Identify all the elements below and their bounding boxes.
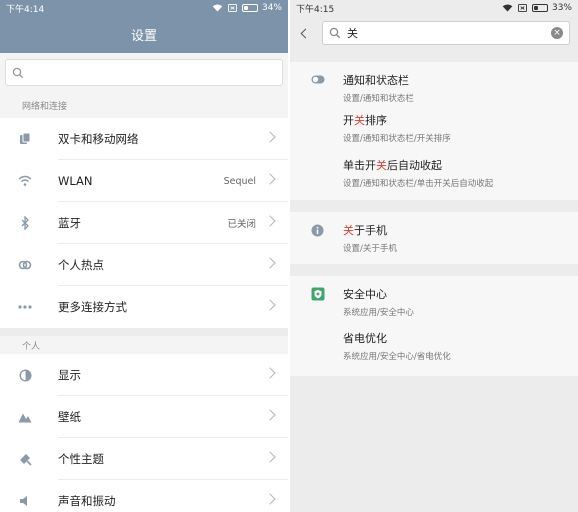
more-dots-icon	[18, 305, 32, 309]
sim-status-icon	[518, 4, 527, 12]
settings-item-dual-sim[interactable]: 双卡和移动网络	[0, 118, 288, 160]
wlan-network-value: Sequel	[223, 175, 256, 187]
result-title: 通知和状态栏	[343, 74, 409, 87]
search-query: 关	[347, 27, 358, 40]
info-icon	[311, 224, 324, 237]
settings-item-wallpaper[interactable]: 壁纸	[0, 396, 288, 438]
result-title-post: 后自动收起	[387, 159, 442, 172]
back-button[interactable]	[298, 23, 312, 43]
status-time: 下午4:14	[6, 4, 45, 15]
search-results-screen: 下午4:15 33% 关 × 通知和状态栏 设置/通知和状态栏 开关排序 设置/…	[290, 0, 578, 512]
page-title: 设置	[0, 16, 288, 53]
search-icon	[329, 27, 341, 39]
display-icon	[18, 368, 32, 382]
section-divider	[0, 328, 288, 336]
settings-item-label: 个人热点	[58, 244, 288, 286]
wifi-status-icon	[212, 4, 223, 12]
search-input[interactable]	[5, 59, 283, 86]
result-path: 系统应用/安全中心/省电优化	[343, 352, 451, 362]
toggle-icon	[311, 75, 325, 84]
battery-icon	[531, 4, 548, 12]
result-path: 设置/通知和状态栏	[343, 94, 414, 104]
settings-item-label: 更多连接方式	[58, 300, 127, 314]
status-bar: 下午4:14 34%	[0, 0, 288, 16]
result-title-post: 排序	[365, 114, 387, 127]
result-title-pre: 单击开	[343, 159, 376, 172]
bluetooth-status-value: 已关闭	[227, 219, 256, 230]
result-path: 设置/通知和状态栏/开关排序	[343, 134, 451, 144]
battery-percent: 34%	[261, 3, 282, 13]
wifi-status-icon	[502, 4, 513, 12]
result-group: 关于手机 设置/关于手机	[290, 212, 578, 264]
settings-item-theme[interactable]: 个性主题	[0, 438, 288, 480]
status-bar: 下午4:15 33%	[290, 0, 578, 16]
result-title-highlight: 关	[343, 224, 354, 237]
security-shield-icon	[311, 287, 325, 301]
result-title: 安全中心	[343, 288, 387, 301]
result-path: 设置/关于手机	[343, 244, 397, 254]
result-title-highlight: 关	[376, 159, 387, 172]
close-icon: ×	[553, 28, 561, 38]
wifi-icon	[18, 175, 32, 186]
result-group: 通知和状态栏 设置/通知和状态栏 开关排序 设置/通知和状态栏/开关排序 单击开…	[290, 62, 578, 200]
back-arrow-icon	[300, 28, 310, 38]
settings-item-bluetooth[interactable]: 蓝牙 已关闭	[0, 202, 288, 244]
result-group: 安全中心 系统应用/安全中心 省电优化 系统应用/安全中心/省电优化	[290, 276, 578, 376]
settings-item-display[interactable]: 显示	[0, 354, 288, 396]
speaker-icon	[20, 496, 27, 506]
result-item[interactable]: 安全中心 系统应用/安全中心	[290, 276, 578, 326]
settings-item-label: 个性主题	[58, 438, 288, 480]
theme-brush-icon	[20, 454, 32, 466]
result-path: 设置/通知和状态栏/单击开关后自动收起	[343, 179, 494, 189]
sim-cards-icon	[20, 132, 31, 144]
section-header-network: 网络和连接	[0, 92, 288, 118]
battery-percent: 33%	[551, 3, 572, 13]
result-path: 系统应用/安全中心	[343, 308, 414, 318]
clear-search-button[interactable]: ×	[551, 27, 563, 39]
result-item[interactable]: 单击开关后自动收起 设置/通知和状态栏/单击开关后自动收起	[290, 155, 578, 200]
bluetooth-icon	[21, 216, 29, 230]
battery-icon	[241, 4, 258, 12]
section-header-personal: 个人	[0, 336, 288, 354]
settings-item-sound[interactable]: 声音和振动	[0, 480, 288, 512]
result-title-post: 于手机	[354, 224, 387, 237]
result-item[interactable]: 关于手机 设置/关于手机	[290, 212, 578, 264]
settings-item-wlan[interactable]: WLAN Sequel	[0, 160, 288, 202]
search-input[interactable]: 关 ×	[322, 21, 570, 45]
settings-item-more-connections[interactable]: 更多连接方式	[0, 286, 288, 328]
result-title: 省电优化	[343, 332, 387, 345]
result-title-highlight: 关	[354, 114, 365, 127]
settings-item-label: 壁纸	[58, 396, 288, 438]
result-title-pre: 开	[343, 114, 354, 127]
settings-screen: 下午4:14 34% 设置 网络和连接 双卡和移动网络 WLAN Sequel …	[0, 0, 288, 512]
search-icon	[12, 67, 24, 78]
settings-item-label: 声音和振动	[58, 494, 116, 508]
hotspot-icon	[18, 260, 32, 270]
wallpaper-icon	[18, 413, 32, 422]
status-time: 下午4:15	[296, 4, 335, 15]
result-item[interactable]: 通知和状态栏 设置/通知和状态栏	[290, 62, 578, 110]
sim-status-icon	[228, 4, 237, 12]
result-item[interactable]: 省电优化 系统应用/安全中心/省电优化	[290, 326, 578, 376]
settings-item-hotspot[interactable]: 个人热点	[0, 244, 288, 286]
settings-item-label: 双卡和移动网络	[58, 118, 288, 160]
settings-item-label: 显示	[58, 354, 288, 396]
result-item[interactable]: 开关排序 设置/通知和状态栏/开关排序	[290, 110, 578, 155]
